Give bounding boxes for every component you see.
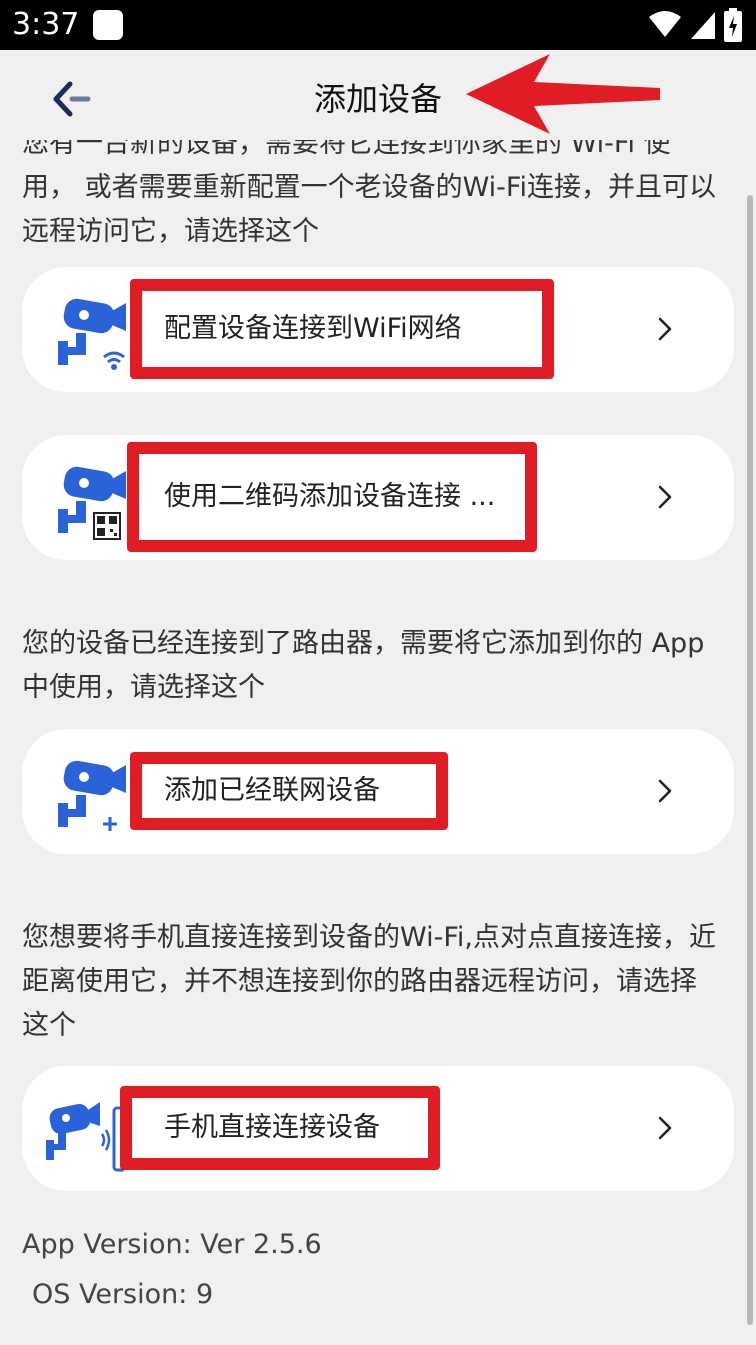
chevron-right-icon bbox=[658, 1116, 672, 1140]
camera-qr-icon bbox=[58, 466, 126, 540]
option-phone-direct-connect[interactable]: 手机直接连接设备 bbox=[22, 1066, 734, 1191]
option-qr-code[interactable]: 使用二维码添加设备连接 ... bbox=[22, 435, 734, 560]
option-label: 手机直接连接设备 bbox=[164, 1112, 380, 1143]
cell-signal-icon bbox=[691, 12, 715, 39]
status-bar: 3:37 bbox=[0, 0, 756, 50]
content-area: 您有一台新的设备，需要将它连接到你家里的 Wi-Fi 使 用， 或者需要重新配置… bbox=[0, 140, 746, 1345]
section-3-description: 您想要将手机直接连接到设备的Wi-Fi,点对点直接连接，近距离使用它，并不想连接… bbox=[22, 922, 716, 1041]
section-2-description: 您的设备已经连接到了路由器，需要将它添加到你的 App 中使用，请选择这个 bbox=[22, 628, 705, 703]
option-label: 使用二维码添加设备连接 ... bbox=[164, 481, 496, 512]
option-label: 配置设备连接到WiFi网络 bbox=[164, 313, 462, 344]
option-add-networked-device[interactable]: 添加已经联网设备 bbox=[22, 729, 734, 854]
status-time: 3:37 bbox=[12, 7, 80, 42]
option-label: 添加已经联网设备 bbox=[164, 775, 380, 806]
battery-icon bbox=[724, 8, 742, 42]
chevron-right-icon bbox=[658, 485, 672, 509]
scrollbar[interactable] bbox=[747, 195, 753, 1325]
wifi-signal-icon bbox=[649, 11, 681, 37]
os-version: OS Version: 9 bbox=[32, 1279, 214, 1310]
chevron-right-icon bbox=[658, 317, 672, 341]
app-version: App Version: Ver 2.5.6 bbox=[22, 1229, 322, 1260]
section-1-description: 用， 或者需要重新配置一个老设备的Wi-Fi连接，并且可以远程访问它，请选择这个 bbox=[22, 172, 716, 247]
camera-wifi-icon bbox=[58, 298, 126, 370]
camera-add-icon bbox=[58, 760, 126, 831]
section-1-description-top: 您有一台新的设备，需要将它连接到你家里的 Wi-Fi 使 bbox=[22, 140, 671, 159]
option-configure-wifi[interactable]: 配置设备连接到WiFi网络 bbox=[22, 267, 734, 392]
camera-phone-icon bbox=[46, 1102, 124, 1172]
chevron-right-icon bbox=[658, 779, 672, 803]
annotation-arrow-icon bbox=[466, 54, 660, 134]
notification-icon bbox=[93, 10, 123, 40]
